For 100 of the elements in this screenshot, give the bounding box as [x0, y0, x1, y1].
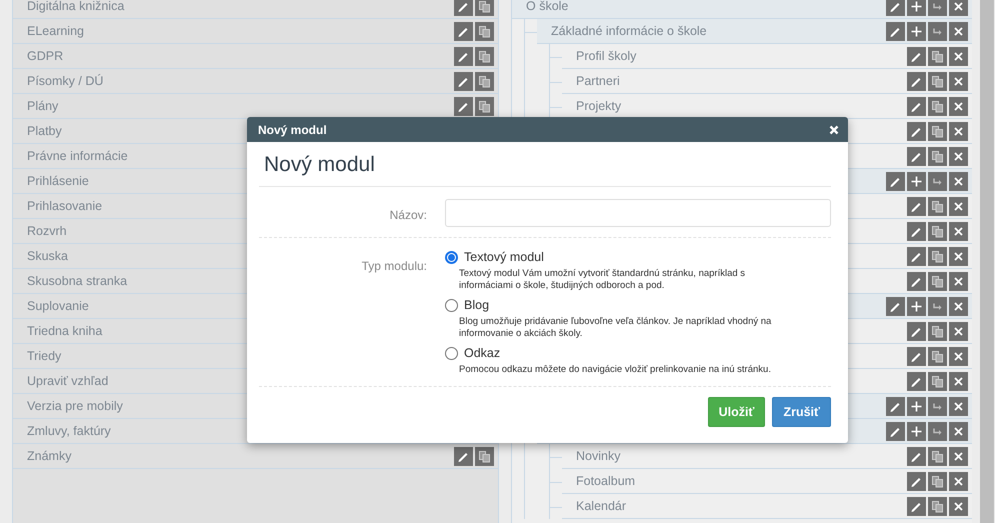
option-label[interactable]: Odkaz	[464, 346, 500, 360]
copy-button[interactable]	[475, 72, 494, 90]
move-button[interactable]	[928, 396, 947, 416]
close-icon[interactable]	[829, 124, 839, 134]
edit-button[interactable]	[907, 222, 926, 240]
edit-button[interactable]	[907, 96, 926, 116]
edit-button[interactable]	[907, 372, 926, 390]
edit-button[interactable]	[907, 146, 926, 166]
tree-item-label[interactable]: Základné informácie o škole	[551, 24, 886, 38]
copy-button[interactable]	[928, 46, 947, 66]
delete-button[interactable]	[949, 496, 968, 516]
delete-button[interactable]	[949, 422, 968, 440]
copy-button[interactable]	[928, 222, 947, 240]
tree-item-label[interactable]: Projekty	[576, 99, 907, 113]
module-label[interactable]: GDPR	[27, 49, 454, 63]
tree-item-label[interactable]: Novinky	[576, 449, 907, 463]
edit-button[interactable]	[907, 472, 926, 490]
edit-button[interactable]	[907, 322, 926, 340]
edit-button[interactable]	[907, 446, 926, 466]
move-button[interactable]	[928, 296, 947, 316]
module-label[interactable]: Digitálna knižnica	[27, 0, 454, 13]
edit-button[interactable]	[907, 72, 926, 90]
delete-button[interactable]	[949, 96, 968, 116]
move-button[interactable]	[928, 0, 947, 16]
copy-button[interactable]	[928, 372, 947, 390]
move-button[interactable]	[928, 172, 947, 190]
edit-button[interactable]	[886, 396, 905, 416]
copy-button[interactable]	[475, 46, 494, 66]
name-field[interactable]	[445, 199, 831, 227]
edit-button[interactable]	[907, 496, 926, 516]
copy-button[interactable]	[928, 96, 947, 116]
add-button[interactable]	[907, 0, 926, 16]
edit-button[interactable]	[454, 46, 473, 66]
tree-item-label[interactable]: Profil školy	[576, 49, 907, 63]
delete-button[interactable]	[949, 446, 968, 466]
tree-item-label[interactable]: Fotoalbum	[576, 474, 907, 488]
move-button[interactable]	[928, 22, 947, 40]
edit-button[interactable]	[886, 22, 905, 40]
edit-button[interactable]	[886, 0, 905, 16]
add-button[interactable]	[907, 296, 926, 316]
delete-button[interactable]	[949, 122, 968, 140]
module-label[interactable]: Písomky / DÚ	[27, 74, 454, 88]
move-button[interactable]	[928, 422, 947, 440]
delete-button[interactable]	[949, 0, 968, 16]
tree-item-label[interactable]: Kalendár	[576, 499, 907, 513]
module-label[interactable]: ELearning	[27, 24, 454, 38]
edit-button[interactable]	[886, 422, 905, 440]
delete-button[interactable]	[949, 46, 968, 66]
delete-button[interactable]	[949, 296, 968, 316]
option-label[interactable]: Textový modul	[464, 250, 544, 264]
copy-button[interactable]	[928, 72, 947, 90]
edit-button[interactable]	[907, 46, 926, 66]
radio-button[interactable]	[445, 298, 458, 312]
copy-button[interactable]	[928, 446, 947, 466]
delete-button[interactable]	[949, 146, 968, 166]
module-label[interactable]: Známky	[27, 449, 454, 463]
delete-button[interactable]	[949, 396, 968, 416]
edit-button[interactable]	[454, 446, 473, 466]
copy-button[interactable]	[928, 496, 947, 516]
add-button[interactable]	[907, 396, 926, 416]
delete-button[interactable]	[949, 72, 968, 90]
save-button[interactable]: Uložiť	[708, 397, 766, 427]
edit-button[interactable]	[454, 72, 473, 90]
copy-button[interactable]	[928, 346, 947, 366]
copy-button[interactable]	[928, 196, 947, 216]
radio-button[interactable]	[445, 250, 458, 264]
edit-button[interactable]	[907, 246, 926, 266]
copy-button[interactable]	[475, 0, 494, 16]
option-label[interactable]: Blog	[464, 298, 490, 312]
delete-button[interactable]	[949, 222, 968, 240]
scrollbar[interactable]	[980, 0, 994, 523]
add-button[interactable]	[907, 422, 926, 440]
tree-item-label[interactable]: Partneri	[576, 74, 907, 88]
delete-button[interactable]	[949, 172, 968, 190]
copy-button[interactable]	[928, 322, 947, 340]
add-button[interactable]	[907, 172, 926, 190]
copy-button[interactable]	[928, 272, 947, 290]
add-button[interactable]	[907, 22, 926, 40]
copy-button[interactable]	[928, 146, 947, 166]
edit-button[interactable]	[886, 172, 905, 190]
edit-button[interactable]	[454, 22, 473, 40]
delete-button[interactable]	[949, 246, 968, 266]
copy-button[interactable]	[475, 96, 494, 116]
delete-button[interactable]	[949, 196, 968, 216]
delete-button[interactable]	[949, 472, 968, 490]
delete-button[interactable]	[949, 372, 968, 390]
edit-button[interactable]	[907, 122, 926, 140]
delete-button[interactable]	[949, 322, 968, 340]
module-label[interactable]: Plány	[27, 99, 454, 113]
delete-button[interactable]	[949, 22, 968, 40]
edit-button[interactable]	[886, 296, 905, 316]
copy-button[interactable]	[928, 246, 947, 266]
copy-button[interactable]	[475, 446, 494, 466]
tree-item-label[interactable]: O škole	[526, 0, 886, 13]
radio-button[interactable]	[445, 346, 458, 360]
edit-button[interactable]	[907, 346, 926, 366]
copy-button[interactable]	[475, 22, 494, 40]
cancel-button[interactable]: Zrušiť	[772, 397, 831, 427]
copy-button[interactable]	[928, 472, 947, 490]
delete-button[interactable]	[949, 346, 968, 366]
